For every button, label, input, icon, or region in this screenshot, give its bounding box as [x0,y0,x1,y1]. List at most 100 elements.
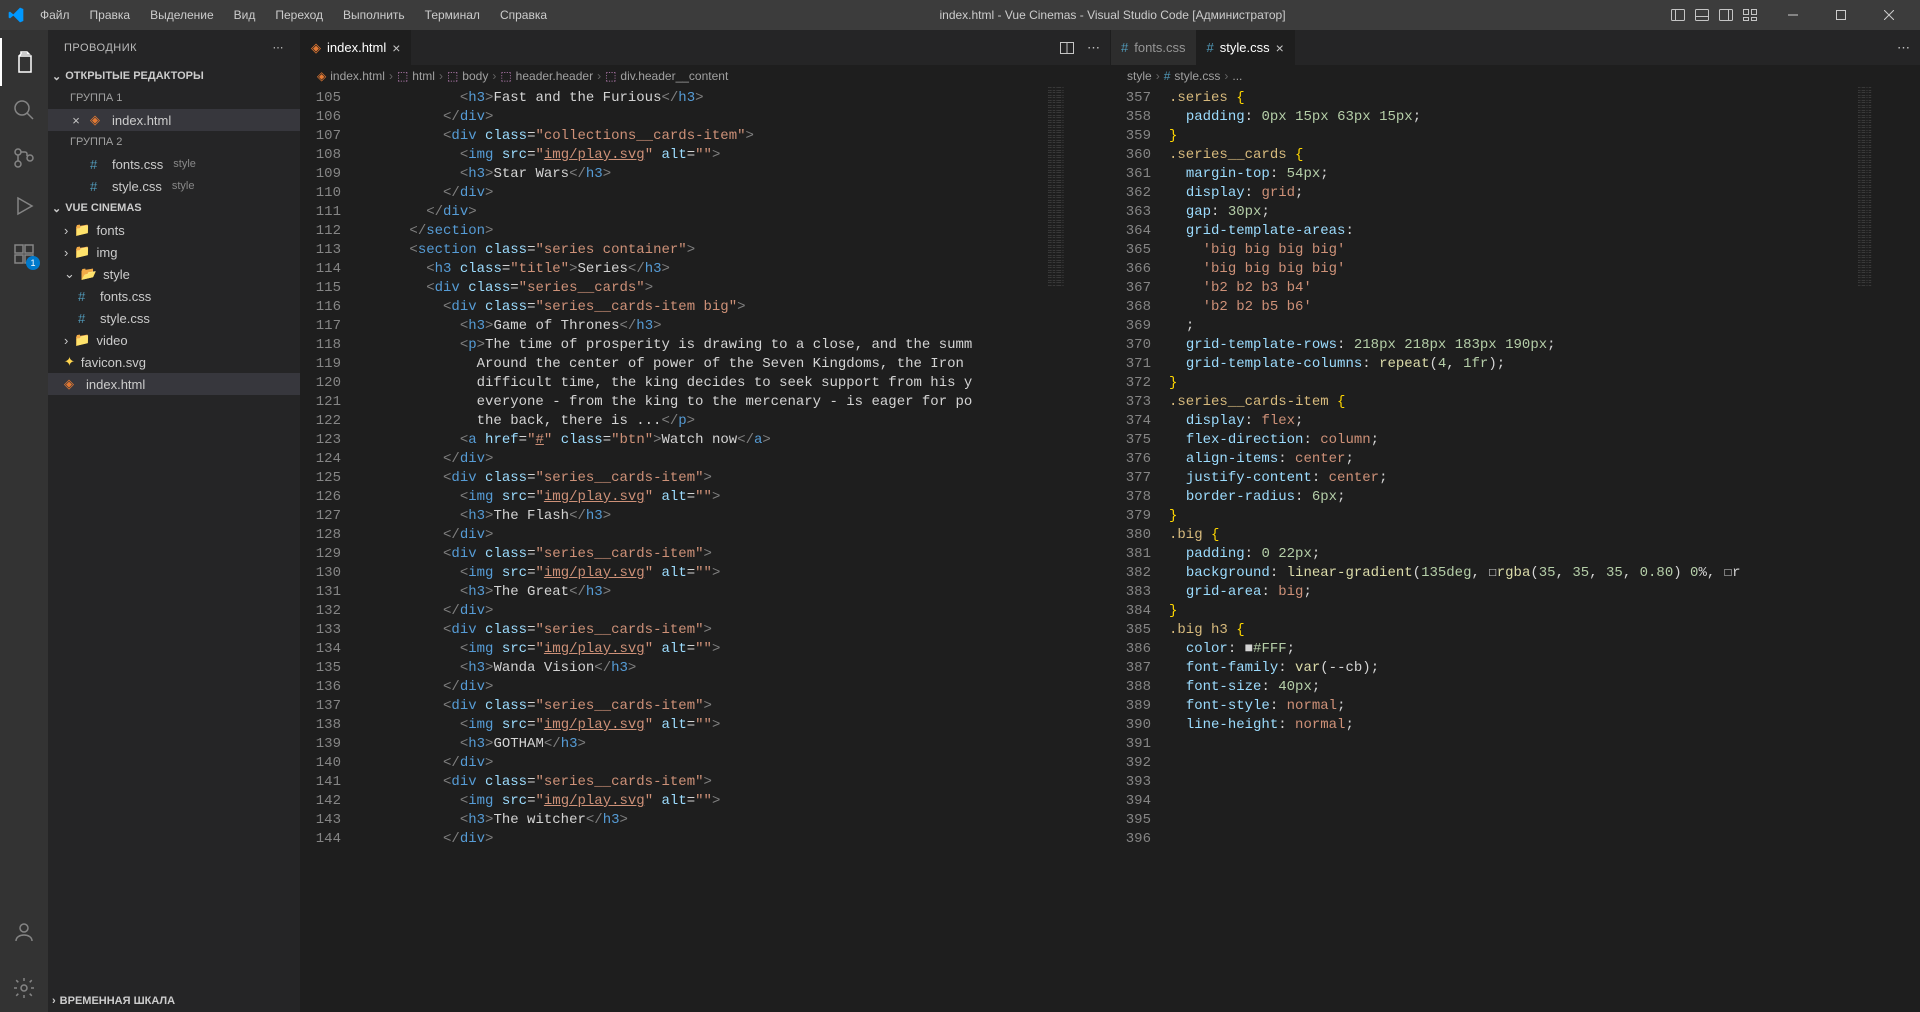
html-file-icon: ◈ [90,112,106,128]
folder-fonts[interactable]: › 📁 fonts [48,219,300,241]
sidebar-title: ПРОВОДНИК [64,42,273,54]
file-index[interactable]: ◈index.html [48,373,300,395]
vscode-logo [8,7,24,23]
menu-run[interactable]: Выполнить [335,4,413,26]
menu-help[interactable]: Справка [492,4,555,26]
gutter-2: 357 358 359 360 361 362 363 364 365 366 … [1111,87,1169,1012]
minimize-button[interactable] [1770,0,1816,30]
css-file-icon: # [1207,40,1214,55]
minimap-2[interactable]: ▬▬ ▬▬▬ ▬ ▬▬ ▬▬ ▬▬▬ ▬ ▬▬ ▬▬ ▬▬▬ ▬ ▬▬ ▬▬ ▬… [1850,87,1920,1012]
code-1[interactable]: <h3>Fast and the Furious</h3> </div> <di… [359,87,1040,1012]
open-editors-header[interactable]: ⌄ОТКРЫТЫЕ РЕДАКТОРЫ [48,65,300,87]
file-style-css[interactable]: #style.css [48,307,300,329]
layout-controls [1670,7,1758,23]
code-2[interactable]: .series { padding: 0px 15px 63px 15px;}.… [1169,87,1850,1012]
breadcrumbs-2[interactable]: style› #style.css› ... [1111,65,1920,87]
menu-file[interactable]: Файл [32,4,78,26]
split-editor-icon[interactable] [1059,40,1075,56]
open-editor-fonts[interactable]: #fonts.cssstyle [48,153,300,175]
menu-selection[interactable]: Выделение [142,4,222,26]
activity-search[interactable] [0,86,48,134]
chevron-right-icon: › [64,223,68,238]
tabs-2: #fonts.css #style.css× ⋯ [1111,30,1920,65]
activity-explorer[interactable] [0,38,48,86]
folder-icon: 📁 [74,244,90,260]
close-icon[interactable]: × [68,113,84,128]
menu-bar: Файл Правка Выделение Вид Переход Выполн… [32,4,555,26]
titlebar: Файл Правка Выделение Вид Переход Выполн… [0,0,1920,30]
layout-customize-icon[interactable] [1742,7,1758,23]
activity-debug[interactable] [0,182,48,230]
svg-file-icon: ✦ [64,354,75,370]
activity-scm[interactable] [0,134,48,182]
tab-style-css[interactable]: #style.css× [1197,30,1295,65]
group-1-label: ГРУППА 1 [48,87,300,109]
file-fonts-css[interactable]: #fonts.css [48,285,300,307]
window-title: index.html - Vue Cinemas - Visual Studio… [555,8,1670,22]
bracket-icon: ⬚ [605,69,616,83]
html-file-icon: ◈ [64,376,80,392]
chevron-right-icon: › [64,245,68,260]
more-icon[interactable]: ⋯ [1087,40,1100,56]
file-favicon[interactable]: ✦ favicon.svg [48,351,300,373]
css-file-icon: # [78,311,94,326]
tab-index-html[interactable]: ◈index.html× [301,30,411,65]
open-editor-index[interactable]: ×◈index.html [48,109,300,131]
css-file-icon: # [1164,69,1171,83]
activity-extensions[interactable]: 1 [0,230,48,278]
folder-img[interactable]: › 📁 img [48,241,300,263]
bracket-icon: ⬚ [500,69,511,83]
breadcrumbs-1[interactable]: ◈index.html› ⬚html› ⬚body› ⬚header.heade… [301,65,1110,87]
tabs-1: ◈index.html× ⋯ [301,30,1110,65]
minimap-1[interactable]: ▬▬▬ ▬▬ ▬▬▬▬ ▬ ▬▬▬ ▬▬ ▬▬▬▬ ▬ ▬▬▬ ▬▬ ▬▬▬▬ … [1040,87,1110,1012]
activity-bar: 1 [0,30,48,1012]
sidebar-header: ПРОВОДНИК ⋯ [48,30,300,65]
folder-video[interactable]: › 📁 video [48,329,300,351]
folder-icon: 📁 [74,222,90,238]
menu-edit[interactable]: Правка [82,4,139,26]
editor-group-1: ◈index.html× ⋯ ◈index.html› ⬚html› ⬚body… [300,30,1110,1012]
css-file-icon: # [90,179,106,194]
html-file-icon: ◈ [317,69,326,83]
css-file-icon: # [1121,40,1128,55]
more-icon[interactable]: ⋯ [273,41,285,54]
chevron-down-icon: ⌄ [64,266,75,282]
timeline-header[interactable]: ›ВРЕМЕННАЯ ШКАЛА [48,990,300,1012]
css-file-icon: # [78,289,94,304]
menu-go[interactable]: Переход [267,4,331,26]
chevron-right-icon: › [52,995,56,1007]
maximize-button[interactable] [1818,0,1864,30]
code-area-1[interactable]: 105 106 107 108 109 110 111 112 113 114 … [301,87,1110,1012]
activity-settings[interactable] [0,964,48,1012]
open-editor-style[interactable]: #style.cssstyle [48,175,300,197]
menu-terminal[interactable]: Терминал [417,4,488,26]
menu-view[interactable]: Вид [226,4,264,26]
folder-icon: 📁 [74,332,90,348]
close-icon[interactable]: × [392,40,400,56]
folder-open-icon: 📂 [81,266,97,282]
editor-group-2: #fonts.css #style.css× ⋯ style› #style.c… [1110,30,1920,1012]
editors: ◈index.html× ⋯ ◈index.html› ⬚html› ⬚body… [300,30,1920,1012]
folder-style[interactable]: ⌄ 📂 style [48,263,300,285]
group-2-label: ГРУППА 2 [48,131,300,153]
project-header[interactable]: ⌄VUE CINEMAS [48,197,300,219]
chevron-down-icon: ⌄ [52,202,61,215]
bracket-icon: ⬚ [397,69,408,83]
bracket-icon: ⬚ [447,69,458,83]
extension-badge: 1 [26,256,40,270]
css-file-icon: # [90,157,106,172]
close-button[interactable] [1866,0,1912,30]
html-file-icon: ◈ [311,40,321,56]
layout-panel-left-icon[interactable] [1670,7,1686,23]
chevron-right-icon: › [64,333,68,348]
chevron-down-icon: ⌄ [52,70,61,83]
gutter-1: 105 106 107 108 109 110 111 112 113 114 … [301,87,359,1012]
code-area-2[interactable]: 357 358 359 360 361 362 363 364 365 366 … [1111,87,1920,1012]
window-controls [1770,0,1912,30]
layout-panel-bottom-icon[interactable] [1694,7,1710,23]
tab-fonts-css[interactable]: #fonts.css [1111,30,1197,65]
activity-account[interactable] [0,908,48,956]
more-icon[interactable]: ⋯ [1897,40,1910,56]
layout-panel-right-icon[interactable] [1718,7,1734,23]
close-icon[interactable]: × [1276,40,1284,56]
